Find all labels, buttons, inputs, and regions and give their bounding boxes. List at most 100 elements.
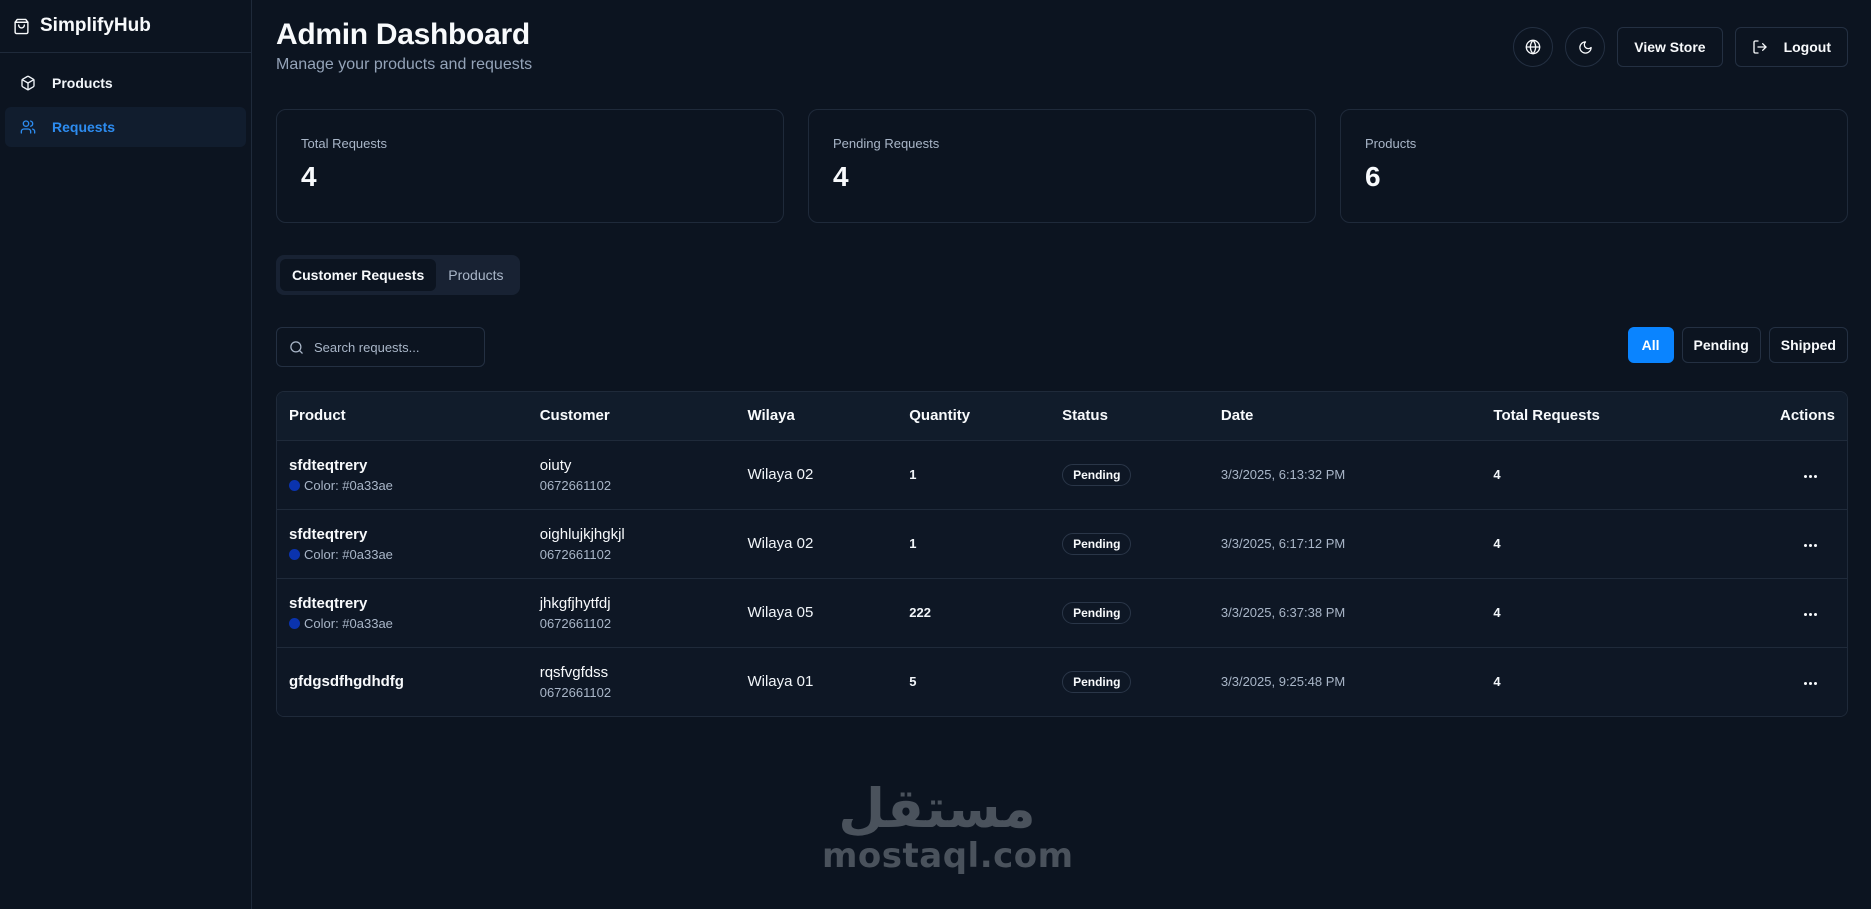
more-actions-icon[interactable]: [1798, 676, 1823, 691]
search-box: [276, 327, 485, 367]
stat-card-products: Products 6: [1340, 109, 1848, 223]
column-header: Product: [289, 407, 346, 425]
filter-pending-button[interactable]: Pending: [1681, 327, 1761, 363]
cell-customer: rqsfvgfdss 0672661102: [528, 647, 736, 716]
sidebar-item-label: Requests: [52, 119, 116, 135]
view-store-button[interactable]: View Store: [1617, 27, 1723, 67]
product-name: sfdteqtrery: [289, 456, 368, 474]
search-icon: [289, 340, 304, 355]
cell-total-requests: 4: [1493, 674, 1501, 690]
table-header-row: Product Customer Wilaya Quantity Status …: [277, 392, 1847, 440]
brand[interactable]: SimplifyHub: [0, 0, 251, 53]
table-row: sfdteqtrery Color: #0a33ae jhkgfjhytfdj …: [277, 578, 1847, 647]
cell-status: Pending: [1050, 509, 1209, 578]
color-swatch: [289, 617, 300, 629]
requests-table: Product Customer Wilaya Quantity Status …: [276, 391, 1848, 717]
watermark: مستقل mostaql.com: [822, 777, 1074, 876]
search-input[interactable]: [314, 339, 464, 355]
cell-actions: [1681, 509, 1847, 578]
cell-wilaya: Wilaya 02: [747, 466, 814, 483]
stat-value: 6: [1365, 161, 1381, 192]
globe-icon: [1525, 39, 1541, 55]
status-filters: All Pending Shipped: [1627, 327, 1848, 363]
cell-date: 3/3/2025, 6:37:38 PM: [1220, 605, 1346, 620]
moon-icon: [1578, 40, 1593, 55]
cell-total-requests: 4: [1493, 536, 1501, 551]
product-name: gfdgsdfhgdhdfg: [289, 673, 404, 691]
stat-card-total-requests: Total Requests 4: [276, 109, 784, 223]
column-header: Date: [1220, 407, 1254, 425]
theme-toggle-button[interactable]: [1565, 27, 1606, 67]
color-swatch: [289, 548, 300, 560]
stats-row: Total Requests 4 Pending Requests 4 Prod…: [276, 109, 1848, 223]
cell-status: Pending: [1050, 440, 1209, 509]
product-name: sfdteqtrery: [289, 594, 368, 612]
cell-wilaya: Wilaya 02: [747, 535, 814, 552]
column-header: Status: [1062, 407, 1108, 425]
box-icon: [20, 75, 36, 91]
product-color: Color: #0a33ae: [289, 616, 516, 631]
column-header: Quantity: [909, 407, 971, 425]
language-button[interactable]: [1513, 27, 1554, 67]
cell-wilaya: Wilaya 05: [747, 604, 814, 621]
color-swatch: [289, 479, 300, 491]
logout-icon: [1752, 39, 1768, 55]
color-label: Color: #0a33ae: [304, 477, 393, 493]
sidebar-item-label: Products: [52, 75, 113, 91]
stat-value: 4: [301, 161, 317, 192]
view-store-label: View Store: [1634, 39, 1706, 55]
stat-card-pending-requests: Pending Requests 4: [808, 109, 1316, 223]
filter-shipped-button[interactable]: Shipped: [1768, 327, 1848, 363]
stat-label: Pending Requests: [833, 136, 940, 151]
customer-name: rqsfvgfdss: [539, 663, 609, 681]
more-actions-icon[interactable]: [1798, 607, 1823, 622]
customer-phone: 0672661102: [539, 477, 612, 493]
table-row: sfdteqtrery Color: #0a33ae oiuty 0672661…: [277, 440, 1847, 509]
status-badge: Pending: [1062, 670, 1132, 693]
cell-actions: [1681, 578, 1847, 647]
cell-customer: oiuty 0672661102: [528, 440, 736, 509]
color-label: Color: #0a33ae: [304, 615, 393, 631]
column-header: Total Requests: [1493, 407, 1600, 425]
users-icon: [20, 119, 36, 135]
filter-all-button[interactable]: All: [1627, 327, 1674, 363]
cell-customer: jhkgfjhytfdj 0672661102: [528, 578, 736, 647]
header-actions: View Store Logout: [1513, 27, 1848, 67]
cell-quantity: 222: [909, 605, 931, 620]
cell-date: 3/3/2025, 6:17:12 PM: [1220, 536, 1346, 551]
sidebar-item-requests[interactable]: Requests: [5, 107, 246, 147]
cell-status: Pending: [1050, 647, 1209, 716]
column-header: Actions: [1779, 407, 1835, 425]
cell-total-requests: 4: [1493, 467, 1501, 482]
customer-name: oighlujkjhgkjl: [539, 525, 625, 543]
cell-actions: [1681, 440, 1847, 509]
customer-phone: 0672661102: [539, 615, 612, 631]
product-color: Color: #0a33ae: [289, 478, 516, 493]
cell-total-requests: 4: [1493, 605, 1501, 620]
product-name: sfdteqtrery: [289, 525, 368, 543]
cell-status: Pending: [1050, 578, 1209, 647]
page-subtitle: Manage your products and requests: [276, 56, 533, 73]
cell-date: 3/3/2025, 6:13:32 PM: [1220, 467, 1346, 482]
logout-label: Logout: [1783, 39, 1831, 55]
cell-product: gfdgsdfhgdhdfg: [277, 647, 528, 716]
column-header: Customer: [539, 407, 610, 425]
cell-quantity: 1: [909, 536, 917, 551]
status-badge: Pending: [1062, 532, 1132, 555]
cell-product: sfdteqtrery Color: #0a33ae: [277, 578, 528, 647]
product-color: Color: #0a33ae: [289, 547, 516, 562]
brand-name: SimplifyHub: [40, 15, 151, 36]
tab-products[interactable]: Products: [436, 259, 515, 291]
customer-name: jhkgfjhytfdj: [539, 594, 611, 612]
more-actions-icon[interactable]: [1798, 538, 1823, 553]
sidebar-item-products[interactable]: Products: [5, 63, 246, 103]
stat-value: 4: [833, 161, 849, 192]
sidebar-nav: Products Requests: [0, 53, 251, 161]
watermark-latin: mostaql.com: [822, 836, 1074, 876]
stat-label: Total Requests: [301, 136, 387, 151]
tab-customer-requests[interactable]: Customer Requests: [280, 259, 437, 291]
logout-button[interactable]: Logout: [1734, 27, 1848, 67]
more-actions-icon[interactable]: [1798, 469, 1823, 484]
watermark-arabic: مستقل: [838, 777, 1036, 840]
customer-phone: 0672661102: [539, 546, 612, 562]
